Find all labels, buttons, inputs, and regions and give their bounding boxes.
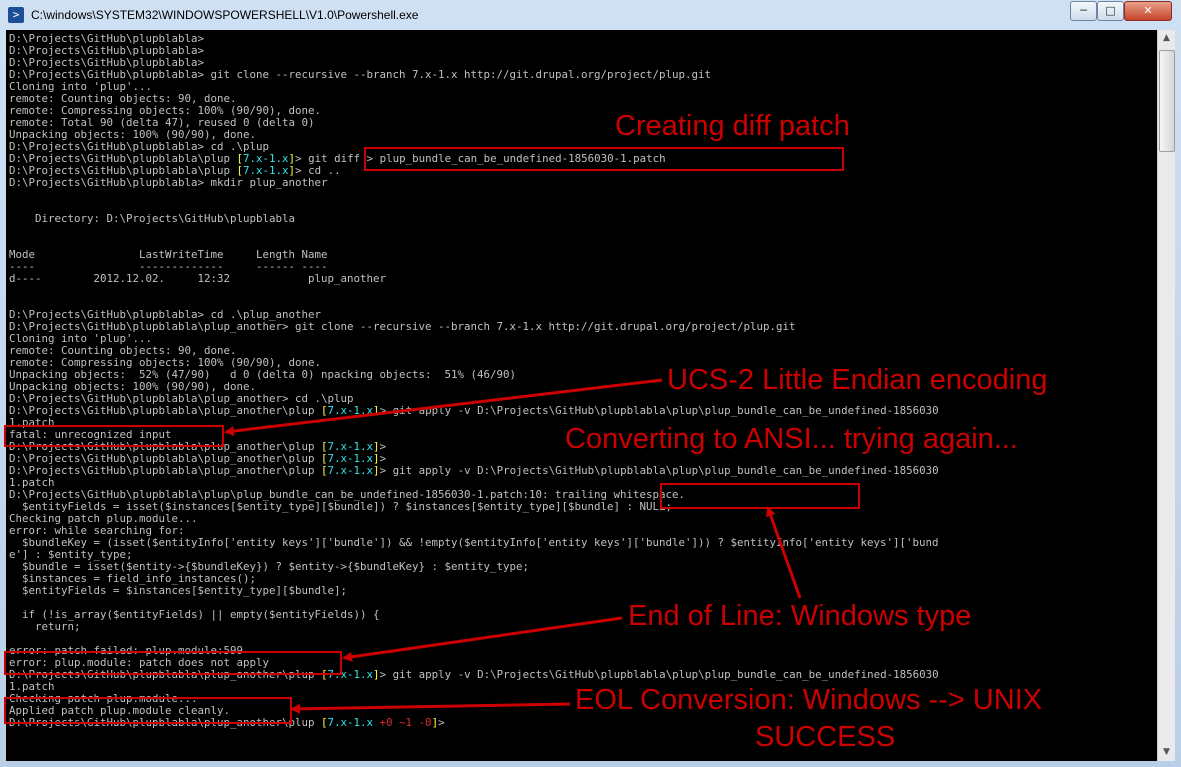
arrow-eol-windows — [765, 506, 802, 599]
arrow-eol-windows-2 — [342, 616, 623, 662]
annotation-arrows — [224, 378, 802, 714]
arrow-ucs2 — [224, 378, 663, 437]
arrow-eol-conversion — [290, 702, 571, 714]
